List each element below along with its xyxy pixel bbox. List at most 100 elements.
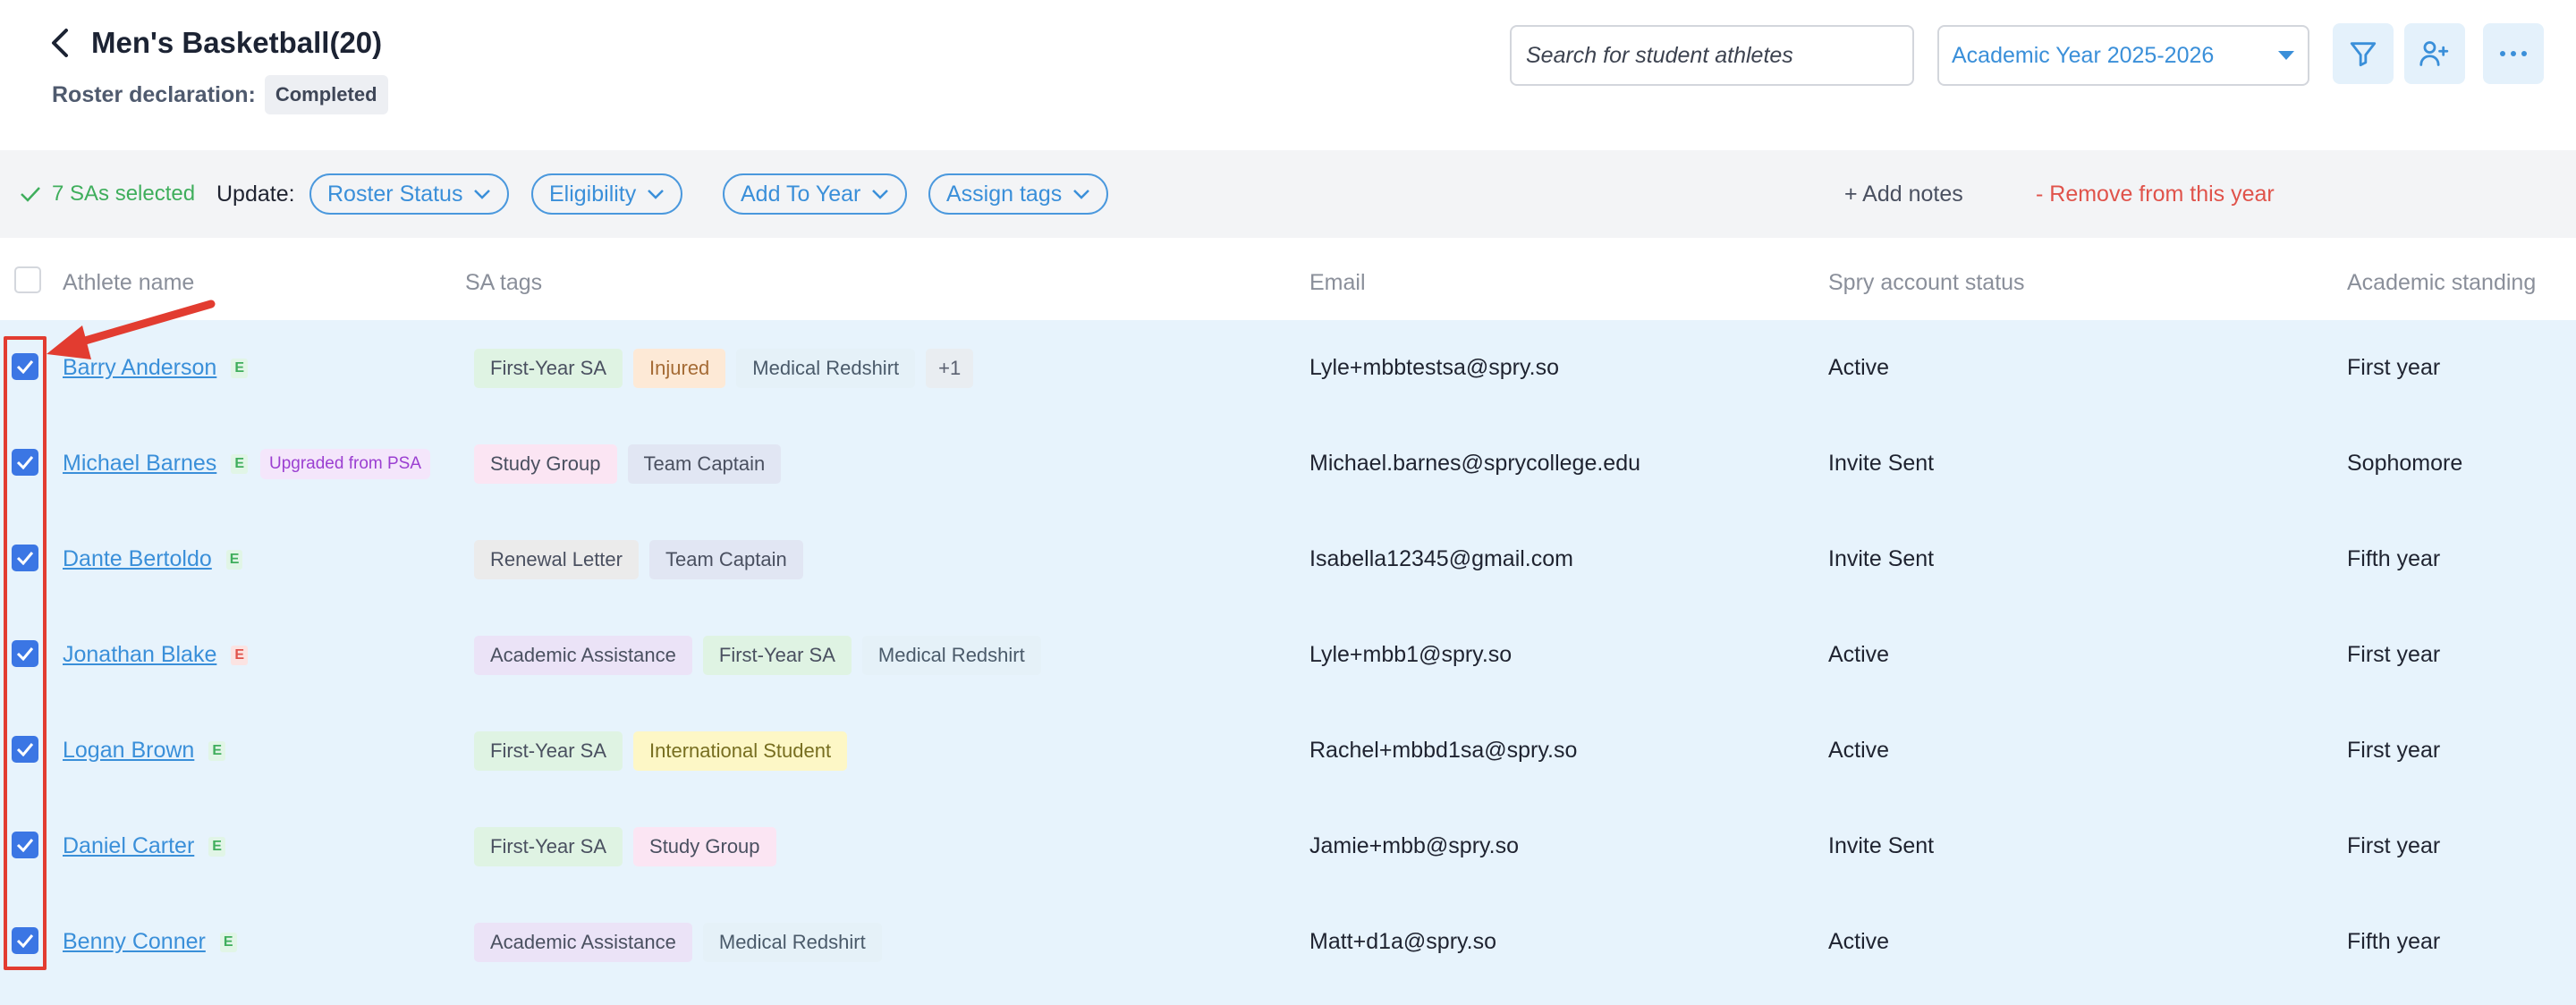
table-row[interactable]: Dante Bertoldo E Renewal Letter Team Cap… <box>0 511 2576 607</box>
athlete-cell: Jonathan Blake E <box>63 607 249 703</box>
sa-tags-cell: Renewal Letter Team Captain <box>474 511 814 607</box>
page-header: Men's Basketball(20) Roster declaration:… <box>0 0 2576 150</box>
account-status-cell: Invite Sent <box>1828 546 1935 571</box>
account-status-cell: Active <box>1828 642 1890 667</box>
sa-tag: Team Captain <box>627 443 782 484</box>
athlete-name-link[interactable]: Daniel Carter <box>63 833 194 859</box>
email-cell: Lyle+mbbtestsa@spry.so <box>1309 355 1559 380</box>
academic-year-select[interactable]: Academic Year 2025-2026 <box>1937 25 2309 86</box>
more-options-button[interactable] <box>2483 23 2544 84</box>
athlete-name-link[interactable]: Dante Bertoldo <box>63 546 212 572</box>
sa-tag: Medical Redshirt <box>702 922 882 962</box>
sa-tag: First-Year SA <box>474 348 623 388</box>
account-status-cell: Invite Sent <box>1828 833 1935 858</box>
email-cell: Isabella12345@gmail.com <box>1309 546 1573 571</box>
sa-tag: Medical Redshirt <box>861 635 1041 675</box>
account-status-cell: Active <box>1828 929 1890 954</box>
table-row[interactable]: Logan Brown E First-Year SA Internationa… <box>0 703 2576 798</box>
check-icon <box>16 743 34 756</box>
sa-tag: Study Group <box>474 443 617 484</box>
sa-tags-cell: Study Group Team Captain <box>474 416 792 511</box>
table-row[interactable]: Daniel Carter E First-Year SA Study Grou… <box>0 798 2576 894</box>
add-to-year-button[interactable]: Add To Year <box>723 173 908 215</box>
back-chevron-icon <box>52 29 68 57</box>
academic-standing-cell: Sophomore <box>2347 451 2463 476</box>
column-header-athlete-name[interactable]: Athlete name <box>63 238 194 320</box>
academic-standing-cell: First year <box>2347 738 2441 763</box>
filter-icon <box>2350 42 2377 67</box>
check-icon <box>16 456 34 469</box>
sa-tag: Injured <box>633 348 726 388</box>
roster-status-badge: Completed <box>264 75 388 114</box>
athlete-cell: Daniel Carter E <box>63 798 225 894</box>
sa-tags-cell: First-Year SA Injured Medical Redshirt +… <box>474 320 984 416</box>
eligibility-badge: E <box>231 358 248 378</box>
check-icon <box>16 839 34 852</box>
athlete-name-link[interactable]: Barry Anderson <box>63 355 216 381</box>
table-row[interactable]: Jonathan Blake E Academic Assistance Fir… <box>0 607 2576 703</box>
email-cell: Jamie+mbb@spry.so <box>1309 833 1520 858</box>
eligibility-badge: E <box>219 932 237 952</box>
column-header-sa-tags[interactable]: SA tags <box>465 238 542 320</box>
check-icon <box>21 187 40 202</box>
chevron-down-icon <box>474 190 491 199</box>
academic-year-value: Academic Year 2025-2026 <box>1952 42 2215 68</box>
column-header-email[interactable]: Email <box>1309 238 1366 320</box>
row-checkbox[interactable] <box>12 640 38 667</box>
roster-declaration: Roster declaration: Completed <box>52 75 388 114</box>
column-header-academic-standing[interactable]: Academic standing <box>2347 238 2536 320</box>
chevron-down-icon <box>648 190 665 199</box>
sa-tags-cell: Academic Assistance First-Year SA Medica… <box>474 607 1052 703</box>
athlete-cell: Michael Barnes E Upgraded from PSA <box>63 416 431 511</box>
chevron-down-icon <box>1073 190 1090 199</box>
row-checkbox[interactable] <box>12 353 38 380</box>
academic-standing-cell: Fifth year <box>2347 929 2441 954</box>
sa-tags-cell: Academic Assistance Medical Redshirt <box>474 894 893 990</box>
add-user-button[interactable] <box>2404 23 2465 84</box>
check-icon <box>16 552 34 565</box>
row-checkbox[interactable] <box>12 832 38 858</box>
sa-tags-cell: First-Year SA Study Group <box>474 798 787 894</box>
remove-from-year-button[interactable]: - Remove from this year <box>2036 150 2275 238</box>
sa-tag: Medical Redshirt <box>736 348 916 388</box>
athlete-name-link[interactable]: Logan Brown <box>63 738 194 764</box>
athlete-name-link[interactable]: Jonathan Blake <box>63 642 216 668</box>
athlete-name-link[interactable]: Michael Barnes <box>63 451 216 477</box>
roster-status-button[interactable]: Roster Status <box>309 173 510 215</box>
eligibility-badge: E <box>231 645 249 665</box>
back-button[interactable] <box>45 25 75 61</box>
sa-tags-cell: First-Year SA International Student <box>474 703 858 798</box>
table-header: Athlete name SA tags Email Spry account … <box>0 238 2576 320</box>
table-row[interactable]: Barry Anderson E First-Year SA Injured M… <box>0 320 2576 416</box>
sa-tag: Renewal Letter <box>474 539 639 579</box>
column-header-account-status[interactable]: Spry account status <box>1828 238 2025 320</box>
filter-button[interactable] <box>2333 23 2394 84</box>
academic-standing-cell: First year <box>2347 833 2441 858</box>
sa-tag: Academic Assistance <box>474 922 692 962</box>
assign-tags-button[interactable]: Assign tags <box>928 173 1109 215</box>
check-icon <box>16 647 34 661</box>
email-cell: Matt+d1a@spry.so <box>1309 929 1497 954</box>
academic-standing-cell: Fifth year <box>2347 546 2441 571</box>
check-icon <box>16 360 34 374</box>
eligibility-button-label: Eligibility <box>549 181 637 207</box>
sa-tag: First-Year SA <box>474 731 623 771</box>
row-checkbox[interactable] <box>12 545 38 571</box>
chevron-down-icon <box>872 190 889 199</box>
select-all-checkbox[interactable] <box>14 266 41 293</box>
athlete-name-link[interactable]: Benny Conner <box>63 929 206 955</box>
bulk-action-bar: 7 SAs selected Update: Roster Status Eli… <box>0 150 2576 238</box>
row-checkbox[interactable] <box>12 736 38 763</box>
add-notes-button[interactable]: + Add notes <box>1844 150 1963 238</box>
athlete-cell: Benny Conner E <box>63 894 237 990</box>
more-tags-badge[interactable]: +1 <box>926 348 974 388</box>
row-checkbox[interactable] <box>12 449 38 476</box>
sa-tag: First-Year SA <box>474 826 623 866</box>
table-row[interactable]: Benny Conner E Academic Assistance Medic… <box>0 894 2576 990</box>
table-row[interactable]: Michael Barnes E Upgraded from PSA Study… <box>0 416 2576 511</box>
athlete-cell: Dante Bertoldo E <box>63 511 243 607</box>
eligibility-button[interactable]: Eligibility <box>531 173 683 215</box>
row-checkbox[interactable] <box>12 927 38 954</box>
account-status-cell: Active <box>1828 355 1890 380</box>
search-input[interactable] <box>1510 25 1914 86</box>
